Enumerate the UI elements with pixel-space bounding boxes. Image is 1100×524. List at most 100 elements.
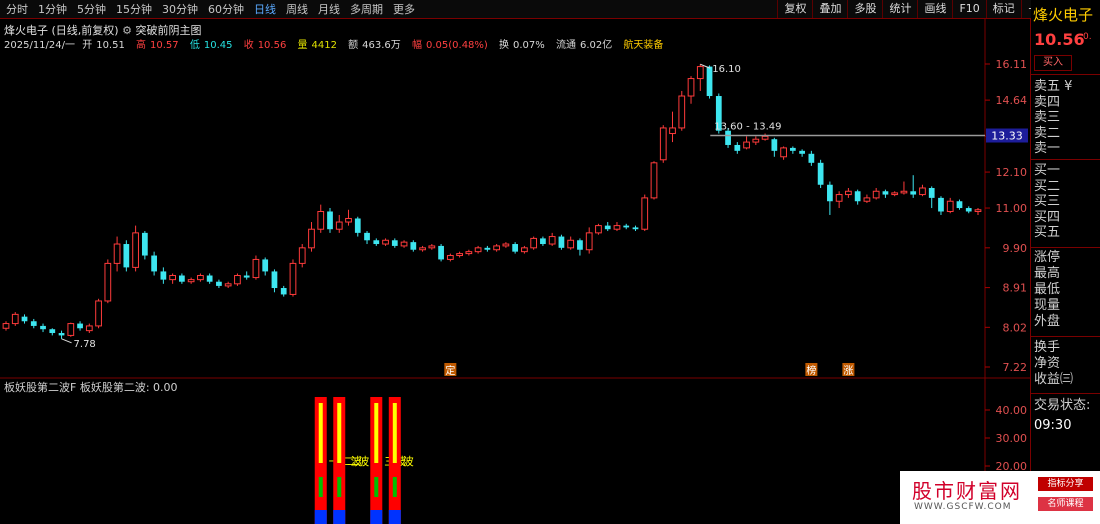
stat-row-0: 涨停: [1034, 250, 1061, 265]
candle-body: [891, 192, 899, 196]
event-marker: 涨: [843, 365, 853, 377]
tool-button-1[interactable]: 叠加: [812, 0, 847, 18]
candle-body: [956, 201, 963, 209]
candle-body: [160, 271, 167, 280]
candle-body: [11, 313, 19, 325]
stat-row-1: 最高: [1034, 266, 1061, 281]
tab-5[interactable]: 60分钟: [208, 1, 244, 17]
event-marker: 榜: [806, 364, 816, 377]
candle-body: [919, 187, 926, 196]
candlestick-chart[interactable]: 16.1114.6413.3112.1011.009.908.918.027.2…: [0, 19, 1031, 524]
tool-button-5[interactable]: F10: [952, 0, 985, 18]
candle-body: [271, 271, 278, 289]
sub-y-tick-label: 30.00: [996, 432, 1028, 445]
candle-body: [558, 236, 565, 248]
tab-6[interactable]: 日线: [254, 1, 276, 17]
candle-body: [863, 197, 871, 202]
candle-body: [428, 245, 436, 249]
watermark-title: 股市财富网: [912, 479, 1022, 503]
tool-button-2[interactable]: 多股: [847, 0, 882, 18]
candle-body: [493, 245, 500, 251]
signal-bar-inner: [392, 403, 397, 463]
candle-body: [938, 197, 944, 212]
panel-divider: [1031, 159, 1100, 160]
candle-body: [95, 300, 102, 327]
trade-status-label: 交易状态:: [1034, 398, 1091, 413]
candle-body: [474, 247, 482, 253]
tab-3[interactable]: 15分钟: [116, 1, 152, 17]
candle-body: [345, 217, 352, 223]
candle-body: [548, 236, 556, 245]
candle-body: [900, 190, 908, 194]
candle-body: [928, 187, 935, 198]
candle-body: [179, 275, 185, 282]
candle-body: [761, 135, 769, 140]
tab-0[interactable]: 分时: [6, 1, 28, 17]
signal-bar-green: [374, 477, 379, 497]
candle-body: [743, 141, 750, 149]
tool-button-4[interactable]: 画线: [917, 0, 952, 18]
y-tick-label: 7.22: [1003, 361, 1028, 374]
candle-body: [410, 242, 417, 250]
signal-bar-green: [318, 477, 323, 497]
side-change: 0.: [1083, 32, 1092, 42]
candle-body: [2, 323, 10, 329]
candle-body: [40, 325, 46, 330]
watermark-url: WWW.GSCFW.COM: [914, 502, 1012, 512]
candle-body: [632, 227, 639, 230]
y-tick-label: 12.10: [996, 166, 1028, 179]
ask-row-0: 卖五 ¥: [1034, 79, 1073, 94]
candle-body: [206, 275, 213, 282]
signal-bar-blue: [370, 510, 383, 524]
stat-row-2: 最低: [1034, 282, 1061, 297]
candle-body: [243, 275, 250, 278]
candle-body: [335, 221, 343, 230]
candle-body: [595, 225, 602, 234]
signal-bar-blue: [388, 510, 401, 524]
low-annotation: 7.78: [74, 339, 96, 350]
tool-button-3[interactable]: 统计: [882, 0, 917, 18]
candle-body: [817, 162, 824, 185]
candle-body: [965, 208, 972, 212]
low-pointer: [61, 338, 72, 344]
panel-divider: [1031, 247, 1100, 248]
tab-4[interactable]: 30分钟: [162, 1, 198, 17]
candle-body: [456, 253, 463, 257]
candle-body: [808, 153, 815, 163]
tab-1[interactable]: 1分钟: [38, 1, 67, 17]
tool-button-6[interactable]: 标记: [985, 0, 1021, 18]
tab-7[interactable]: 周线: [286, 1, 308, 17]
candle-body: [327, 211, 333, 230]
candle-body: [224, 283, 232, 287]
candle-body: [85, 325, 93, 332]
candle-body: [946, 200, 954, 212]
candle-body: [623, 225, 630, 228]
candle-body: [465, 251, 473, 255]
tab-9[interactable]: 多周期: [350, 1, 383, 17]
stat2-row-2: 收益㈢: [1034, 372, 1074, 387]
candle-body: [484, 247, 491, 250]
range-annotation: 13.60 - 13.49: [714, 122, 781, 133]
signal-bar-inner: [318, 403, 323, 463]
candle-body: [151, 255, 157, 272]
y-tick-label: 11.00: [996, 202, 1028, 215]
stat-row-3: 现量: [1034, 298, 1061, 313]
signal-bar-green: [392, 477, 397, 497]
tab-10[interactable]: 更多: [393, 1, 415, 17]
candle-body: [678, 95, 686, 129]
candle-body: [104, 262, 112, 302]
bid-row-0: 买一: [1034, 163, 1061, 178]
tab-8[interactable]: 月线: [318, 1, 340, 17]
tool-button-0[interactable]: 复权: [777, 0, 812, 18]
candle-body: [771, 139, 778, 151]
y-tick-label: 8.02: [1003, 321, 1028, 334]
tab-2[interactable]: 5分钟: [77, 1, 106, 17]
y-tick-label: 8.91: [1003, 282, 1028, 295]
sub-y-tick-label: 40.00: [996, 404, 1028, 417]
candle-body: [799, 150, 805, 154]
buy-button[interactable]: 买入: [1034, 55, 1072, 71]
panel-divider: [1031, 74, 1100, 75]
candle-body: [872, 190, 880, 199]
side-stock-name: 烽火电子: [1033, 6, 1094, 24]
candle-body: [446, 255, 454, 260]
